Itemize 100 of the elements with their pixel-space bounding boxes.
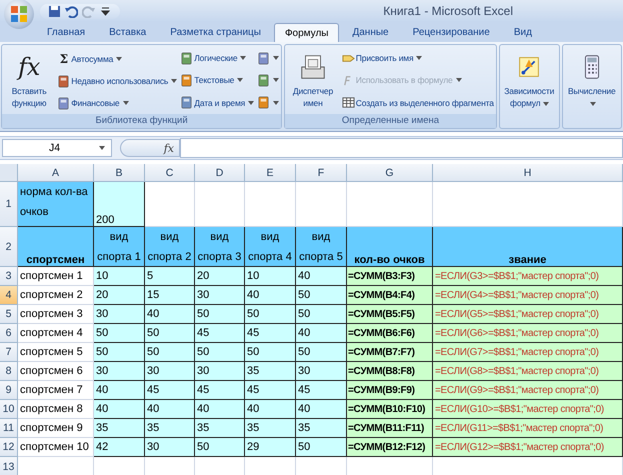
table-cell: 50	[145, 343, 195, 362]
row-header[interactable]: 7	[0, 343, 18, 362]
caret-icon	[273, 56, 280, 60]
table-cell: 50	[296, 343, 347, 362]
row-header[interactable]: 4	[0, 286, 18, 305]
column-header[interactable]: G	[347, 164, 433, 182]
ribbon-tab[interactable]: Данные	[341, 23, 400, 42]
table-cell: вид спорта 2	[145, 227, 195, 267]
row-header[interactable]: 13	[0, 457, 18, 475]
table-cell: 50	[94, 343, 145, 362]
table-cell: =ЕСЛИ(G4>=$B$1;"мастер спорта";0)	[433, 286, 623, 305]
book-icon	[257, 74, 270, 87]
table-cell: 30	[94, 362, 145, 381]
table-cell: 50	[245, 305, 296, 324]
ribbon-icon-button[interactable]	[256, 95, 280, 110]
book-icon	[180, 74, 194, 87]
table-cell: 40	[296, 324, 347, 343]
row-header[interactable]: 9	[0, 381, 18, 400]
row-header[interactable]: 1	[0, 182, 18, 227]
ribbon-button[interactable]: Дата и время	[179, 95, 256, 110]
table-cell: =ЕСЛИ(G7>=$B$1;"мастер спорта";0)	[433, 343, 623, 362]
save-icon[interactable]	[48, 4, 61, 18]
table-cell: 40	[94, 400, 145, 419]
ribbon-button[interactable]: Финансовые	[56, 96, 178, 110]
insert-function-button[interactable]: fx	[120, 139, 180, 157]
table-cell: кол-во очков	[347, 227, 433, 267]
caret-icon	[99, 146, 105, 150]
ribbon-tab[interactable]: Главная	[36, 23, 96, 42]
ribbon-icon-button[interactable]	[256, 50, 280, 66]
ribbon-tab[interactable]: Формулы	[274, 23, 340, 42]
column-header[interactable]: F	[296, 164, 347, 182]
name-box[interactable]: J4	[2, 139, 112, 157]
table-cell: 45	[195, 324, 245, 343]
table-cell: вид спорта 4	[245, 227, 296, 267]
group-label: Определенные имена	[285, 114, 496, 128]
logo-icon	[10, 5, 28, 23]
row-header[interactable]: 2	[0, 227, 18, 267]
ribbon-tab[interactable]: Вставка	[98, 23, 158, 42]
table-cell: =ЕСЛИ(G8>=$B$1;"мастер спорта";0)	[433, 362, 623, 381]
ribbon-button[interactable]: Σ Автосумма	[56, 50, 178, 66]
formula-input[interactable]	[180, 138, 623, 158]
formula-auditing-button[interactable]: Зависимости формул	[500, 52, 558, 109]
table-cell: 20	[195, 267, 245, 286]
row-header[interactable]: 8	[0, 362, 18, 381]
customize-caret-icon[interactable]	[99, 4, 112, 18]
ribbon-button[interactable]: Текстовые	[179, 72, 256, 88]
table-cell: 42	[94, 438, 145, 457]
table-cell: 40	[245, 286, 296, 305]
insert-function-button[interactable]: fx Вставить функцию	[3, 52, 56, 109]
book-icon	[57, 74, 70, 88]
row-header[interactable]: 10	[0, 400, 18, 419]
table-cell: 29	[245, 438, 296, 457]
table-cell: =СУММ(B7:F7)	[347, 343, 433, 362]
ribbon-button[interactable]: Присвоить имя	[340, 50, 495, 66]
table-cell: =ЕСЛИ(G12>=$B$1;"мастер спорта";0)	[433, 438, 623, 457]
table-icon	[342, 96, 355, 110]
ribbon-button[interactable]: Недавно использовались	[56, 74, 178, 88]
table-cell: 10	[245, 267, 296, 286]
row-header[interactable]: 11	[0, 419, 18, 438]
row-header[interactable]: 6	[0, 324, 18, 343]
ribbon-tab[interactable]: Вид	[502, 23, 543, 42]
table-cell: 40	[94, 381, 145, 400]
row-header[interactable]: 12	[0, 438, 18, 457]
caret-icon	[273, 78, 280, 82]
table-cell: =СУММ(B5:F5)	[347, 305, 433, 324]
column-header[interactable]: B	[94, 164, 145, 182]
table-cell: 30	[145, 438, 195, 457]
table-cell: =СУММ(B10:F10)	[347, 400, 433, 419]
ribbon-button[interactable]: Логические	[179, 50, 256, 66]
column-header[interactable]: A	[18, 164, 94, 182]
ribbon-tab[interactable]: Рецензирование	[402, 23, 501, 42]
ribbon-icon-button[interactable]	[256, 72, 280, 88]
ribbon-button[interactable]: Создать из выделенного фрагмента	[340, 95, 495, 110]
ribbon-tab[interactable]: Разметка страницы	[159, 23, 272, 42]
book-icon	[180, 96, 194, 110]
row-header[interactable]: 5	[0, 305, 18, 324]
table-cell: 50	[296, 438, 347, 457]
table-cell: 35	[94, 419, 145, 438]
table-cell: 30	[195, 362, 245, 381]
office-button[interactable]	[4, 0, 34, 29]
calculation-button[interactable]: Вычисление	[564, 52, 620, 109]
row-header[interactable]: 3	[0, 267, 18, 286]
table-cell: 50	[195, 438, 245, 457]
name-manager-button[interactable]: Диспетчер имен	[286, 52, 340, 109]
column-header[interactable]: C	[145, 164, 195, 182]
table-cell: 45	[296, 381, 347, 400]
table-cell: =СУММ(B12:F12)	[347, 438, 433, 457]
table-cell: 5	[145, 267, 195, 286]
column-header[interactable]: H	[433, 164, 623, 182]
table-cell: =ЕСЛИ(G6>=$B$1;"мастер спорта";0)	[433, 324, 623, 343]
table-cell: 200	[94, 182, 145, 227]
book-icon	[257, 96, 270, 110]
caret-icon	[590, 102, 596, 106]
column-header[interactable]: D	[195, 164, 245, 182]
undo-icon[interactable]	[65, 4, 78, 18]
column-header[interactable]: E	[245, 164, 296, 182]
caret-icon	[240, 56, 246, 60]
table-cell: 40	[145, 305, 195, 324]
table-cell: 35	[245, 419, 296, 438]
table-cell: 50	[195, 343, 245, 362]
